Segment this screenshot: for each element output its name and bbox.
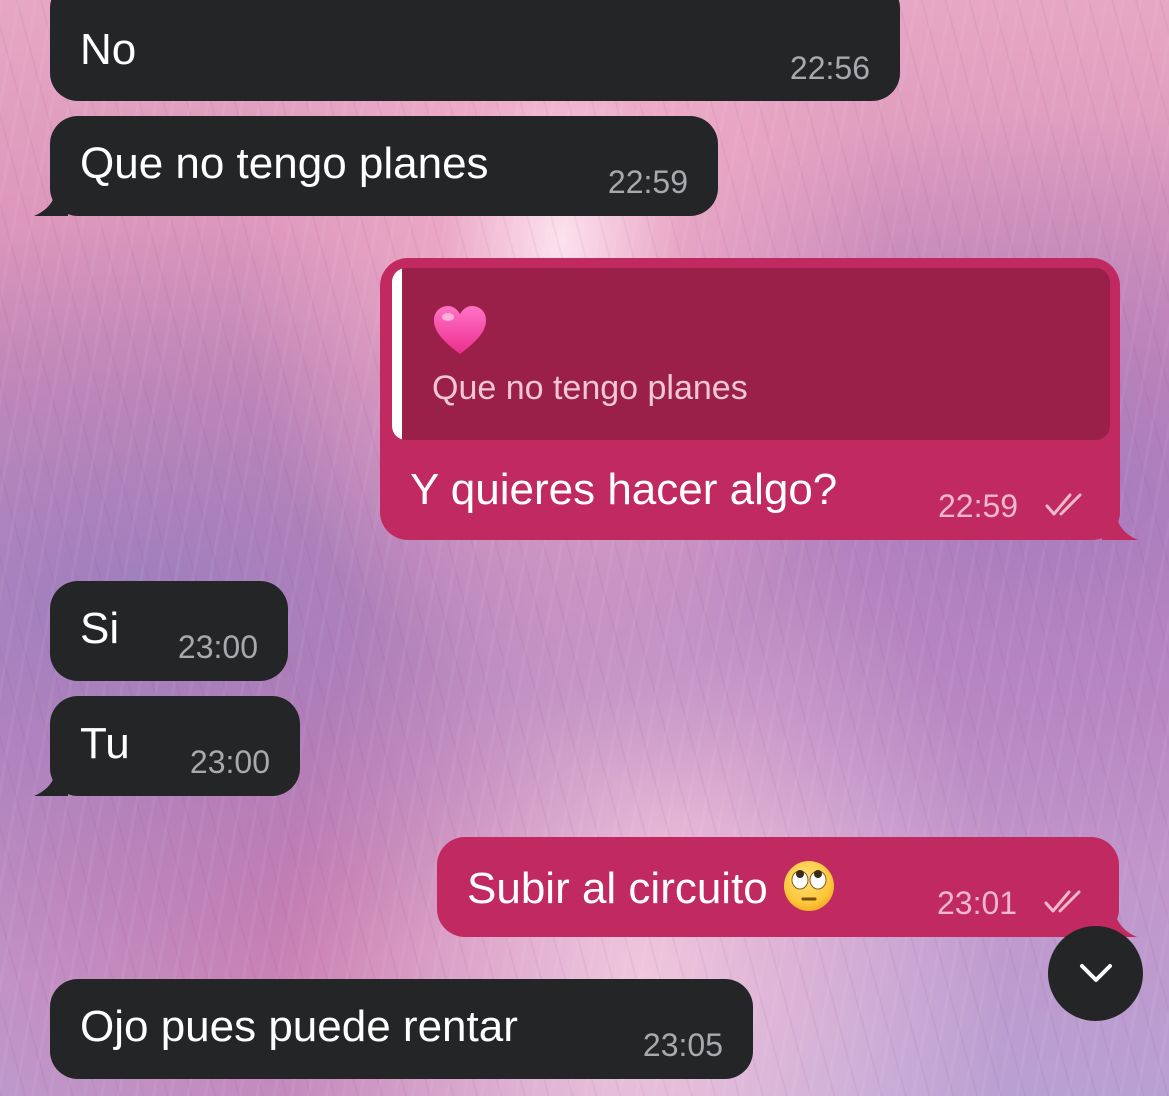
- message-bubble-incoming[interactable]: Si 23:00: [50, 581, 288, 681]
- pink-heart-emoji: [434, 306, 486, 354]
- message-text-content: Subir al circuito: [467, 864, 768, 913]
- message-bubble-incoming[interactable]: Que no tengo planes 22:59: [50, 116, 718, 216]
- message-text: Que no tengo planes: [80, 139, 489, 188]
- scroll-to-bottom-button[interactable]: [1048, 926, 1143, 1021]
- message-text: Y quieres hacer algo?: [410, 465, 838, 514]
- message-time: 23:05: [642, 1027, 723, 1063]
- message-time: 22:56: [789, 50, 870, 86]
- message-time: 23:00: [189, 744, 270, 780]
- read-receipt-icon: [1044, 890, 1081, 913]
- message-text: Si: [80, 604, 120, 653]
- message-bubble-outgoing[interactable]: Subir al circuito 23:01: [437, 837, 1119, 937]
- reply-quote[interactable]: Que no tengo planes: [392, 268, 1110, 440]
- message-text: Tu: [80, 719, 130, 768]
- message-text: No: [80, 25, 137, 74]
- read-receipt-icon: [1045, 493, 1082, 516]
- message-text: Subir al circuito: [467, 859, 836, 915]
- message-bubble-incoming[interactable]: Ojo pues puede rentar 23:05: [50, 979, 753, 1079]
- message-bubble-incoming[interactable]: Tu 23:00: [50, 696, 300, 796]
- message-text: Ojo pues puede rentar: [80, 1002, 518, 1051]
- chevron-down-icon: [1080, 964, 1112, 982]
- message-bubble-outgoing[interactable]: Que no tengo planes Y quieres hacer algo…: [380, 258, 1120, 540]
- reply-quote-text: Que no tengo planes: [432, 369, 748, 407]
- message-time: 23:00: [177, 629, 258, 665]
- message-time: 22:59: [607, 164, 688, 200]
- face-with-rolling-eyes-emoji: [783, 861, 834, 911]
- reply-quote-bar: [392, 268, 402, 440]
- message-bubble-incoming[interactable]: No 22:56: [50, 0, 900, 101]
- message-time: 22:59: [938, 488, 1019, 524]
- message-time: 23:01: [937, 885, 1018, 921]
